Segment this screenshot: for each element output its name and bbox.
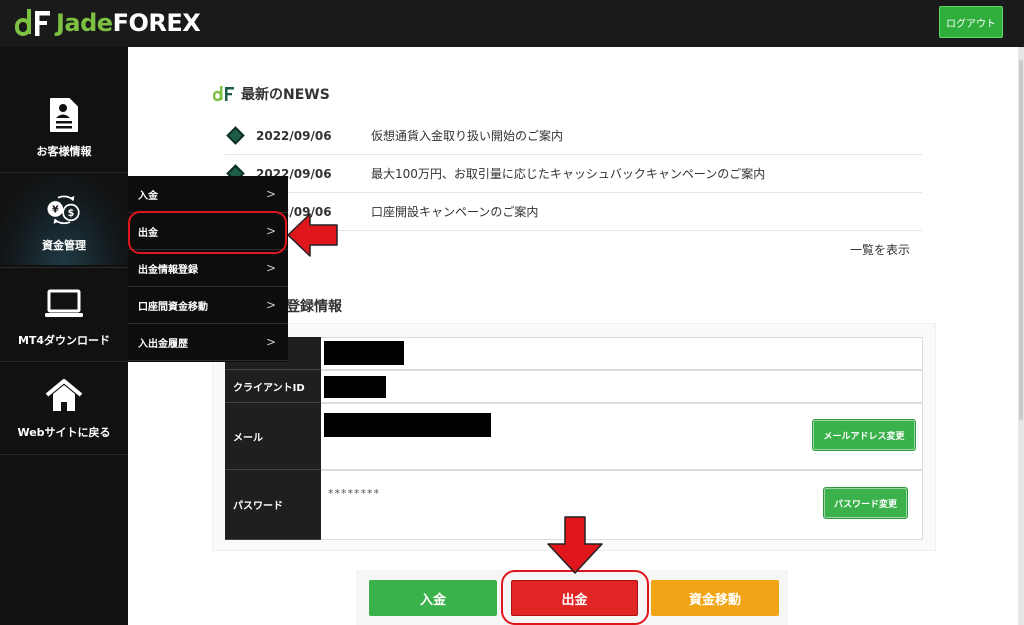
sidebar-item-back-to-website[interactable]: Webサイトに戻る — [0, 376, 128, 440]
chevron-right-icon: > — [265, 261, 276, 275]
jade-logo-icon — [15, 9, 50, 36]
home-icon — [44, 376, 84, 416]
sidebar-item-mt4-download[interactable]: MT4ダウンロード — [0, 284, 128, 348]
annotation-arrow-down-icon — [547, 516, 603, 574]
top-header: JadeFOREX ログアウト — [0, 0, 1024, 47]
logout-button[interactable]: ログアウト — [939, 6, 1003, 38]
registration-label-password: パスワード — [225, 470, 321, 540]
brand-logo[interactable]: JadeFOREX — [14, 6, 201, 40]
svg-text:$: $ — [68, 208, 75, 219]
document-user-icon — [44, 95, 84, 135]
registration-label-client-id: クライアントID — [225, 370, 321, 403]
chevron-right-icon: > — [265, 187, 276, 201]
submenu-item-history[interactable]: 入出金履歴 > — [128, 324, 288, 361]
registration-title: 登録情報 — [286, 299, 342, 315]
news-text[interactable]: 最大100万円、お取引量に応じたキャッシュバックキャンペーンのご案内 — [371, 165, 765, 182]
sidebar: お客様情報 ¥ $ 資金管理 MT4ダウンロード Webサイトに戻る — [0, 47, 128, 625]
deposit-button[interactable]: 入金 — [369, 580, 497, 616]
sidebar-item-label: 資金管理 — [42, 239, 86, 252]
brand-name: JadeFOREX — [56, 9, 201, 37]
redacted-client-id — [324, 376, 386, 398]
brand-name-jade: Jade — [56, 9, 113, 37]
submenu-item-withdrawal-info[interactable]: 出金情報登録 > — [128, 250, 288, 287]
laptop-icon — [44, 284, 84, 324]
divider — [0, 267, 128, 268]
submenu-label: 出金情報登録 — [138, 264, 198, 276]
submenu-label: 口座間資金移動 — [138, 301, 208, 313]
annotation-highlight-withdraw-button — [501, 570, 649, 625]
currency-exchange-icon: ¥ $ — [44, 189, 84, 229]
scrollbar-thumb[interactable] — [1019, 60, 1023, 420]
redacted-email — [324, 413, 491, 437]
diamond-bullet-icon — [226, 126, 245, 145]
chevron-right-icon: > — [265, 335, 276, 349]
sidebar-item-label: お客様情報 — [36, 145, 92, 158]
sidebar-item-customer-info[interactable]: お客様情報 — [0, 95, 128, 159]
registration-value-name — [321, 337, 923, 370]
jade-logo-icon — [213, 86, 234, 102]
news-view-all-link[interactable]: 一覧を表示 — [850, 241, 910, 258]
news-text[interactable]: 仮想通貨入金取り扱い開始のご案内 — [371, 127, 563, 144]
svg-text:¥: ¥ — [52, 204, 59, 215]
fund-transfer-button[interactable]: 資金移動 — [651, 580, 779, 616]
divider — [0, 454, 128, 455]
change-password-button[interactable]: パスワード変更 — [823, 487, 908, 519]
news-title: 最新のNEWS — [241, 87, 330, 103]
news-date: 2022/09/06 — [256, 128, 332, 143]
registration-value-client-id — [321, 370, 923, 403]
news-heading: 最新のNEWS — [213, 84, 330, 104]
submenu-label: 入金 — [138, 190, 158, 202]
news-text[interactable]: 口座開設キャンペーンのご案内 — [371, 203, 538, 220]
brand-name-forex: FOREX — [112, 9, 201, 37]
submenu-item-deposit[interactable]: 入金 > — [128, 176, 288, 213]
change-email-button[interactable]: メールアドレス変更 — [812, 419, 916, 451]
redacted-name — [324, 341, 404, 365]
submenu-item-inter-account-transfer[interactable]: 口座間資金移動 > — [128, 287, 288, 324]
chevron-right-icon: > — [265, 298, 276, 312]
registration-label-email: メール — [225, 403, 321, 470]
funds-submenu: 入金 > 出金 > 出金情報登録 > 口座間資金移動 > 入出金履歴 > — [128, 176, 288, 362]
password-masked: ******** — [328, 487, 380, 500]
annotation-arrow-left-icon — [287, 213, 338, 257]
sidebar-item-label: Webサイトに戻る — [17, 426, 111, 439]
submenu-label: 入出金履歴 — [138, 338, 188, 350]
news-item[interactable]: 2022/09/06 仮想通貨入金取り扱い開始のご案内 — [225, 117, 922, 155]
divider — [0, 172, 128, 173]
annotation-highlight-submenu-withdraw — [128, 211, 287, 254]
sidebar-item-label: MT4ダウンロード — [17, 334, 111, 347]
sidebar-item-funds[interactable]: ¥ $ 資金管理 — [0, 175, 128, 265]
divider — [0, 361, 128, 362]
news-item[interactable]: 2022/09/06 最大100万円、お取引量に応じたキャッシュバックキャンペー… — [225, 155, 922, 193]
